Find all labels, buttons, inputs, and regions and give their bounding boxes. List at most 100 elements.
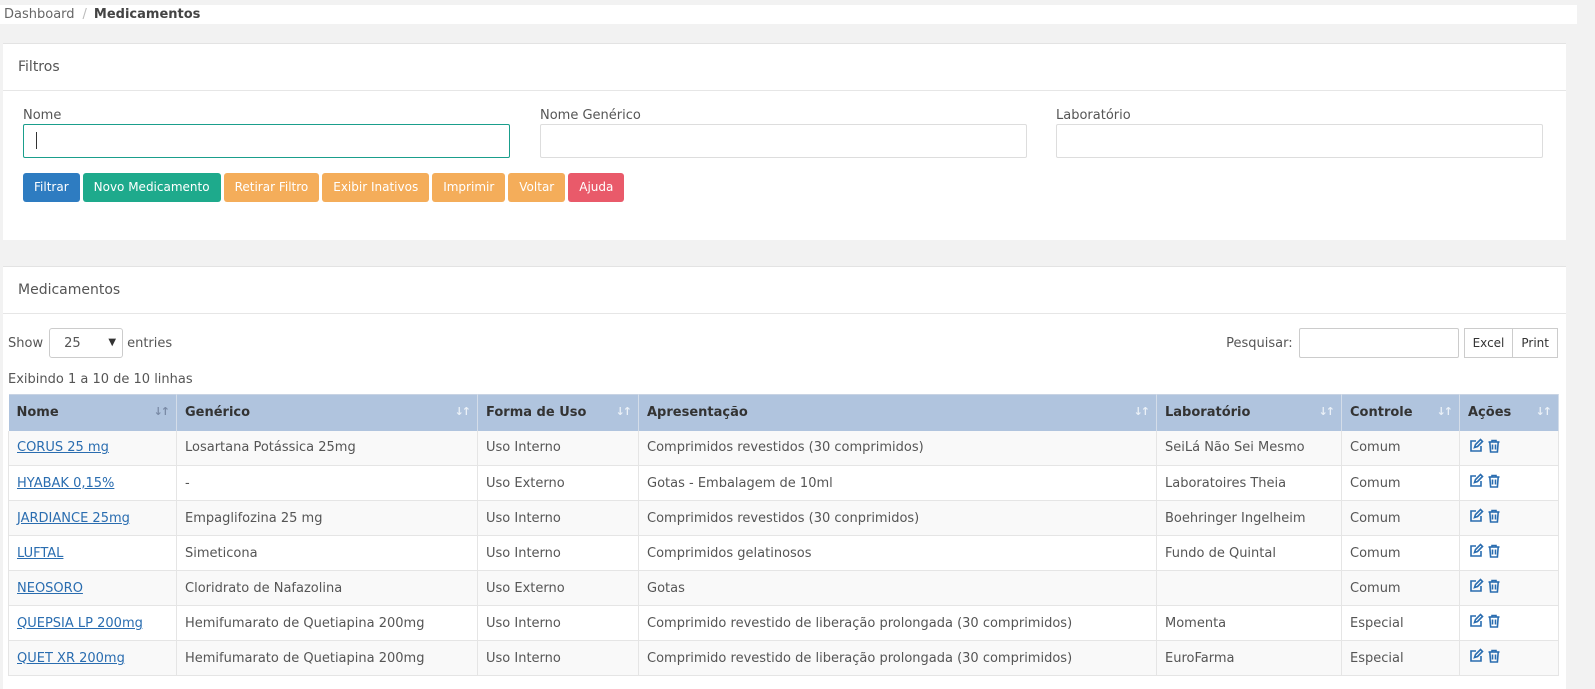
filter-button-row: Filtrar Novo Medicamento Retirar Filtro …: [23, 173, 625, 202]
edit-icon[interactable]: [1468, 648, 1484, 664]
edit-icon[interactable]: [1468, 508, 1484, 524]
cell-generico: Hemifumarato de Quetiapina 200mg: [176, 605, 478, 641]
cell-acoes: [1459, 500, 1559, 536]
cell-acoes: [1459, 605, 1559, 641]
column-header-label: Ações: [1468, 405, 1512, 421]
cell-apresentacao: Comprimidos gelatinosos: [638, 535, 1157, 571]
excel-export-button[interactable]: Excel: [1463, 328, 1514, 358]
column-header-nome[interactable]: Nome ↓↑: [8, 394, 177, 431]
column-header-forma-de-uso[interactable]: Forma de Uso ↓↑: [477, 394, 639, 431]
trash-icon[interactable]: [1486, 438, 1502, 454]
cell-controle: Especial: [1341, 605, 1460, 641]
column-header-acoes[interactable]: Ações ↓↑: [1459, 394, 1559, 431]
entries-value: 25: [64, 336, 81, 351]
sort-icon: ↓↑: [1535, 405, 1553, 418]
nome-generico-input[interactable]: [540, 124, 1027, 158]
cell-generico: Empaglifozina 25 mg: [176, 500, 478, 536]
search-input[interactable]: [1298, 328, 1459, 358]
table-row: JARDIANCE 25mg Empaglifozina 25 mg Uso Int…: [8, 500, 1559, 536]
nome-input[interactable]: [23, 124, 510, 158]
cell-forma-de-uso: Uso Interno: [477, 500, 639, 536]
sort-icon: ↓↑: [615, 405, 633, 418]
entries-label: entries: [127, 335, 173, 351]
nome-label: Nome: [23, 108, 62, 123]
cell-controle: Comum: [1341, 570, 1460, 606]
cell-acoes: [1459, 430, 1559, 466]
cell-laboratorio: Boehringer Ingelheim: [1156, 500, 1342, 536]
cell-apresentacao: Comprimidos revestidos (30 conprimidos): [638, 500, 1157, 536]
cell-generico: Cloridrato de Nafazolina: [176, 570, 478, 606]
novo-medicamento-button[interactable]: Novo Medicamento: [82, 173, 221, 202]
medicamento-link[interactable]: QUEPSIA LP 200mg: [17, 616, 143, 631]
cell-forma-de-uso: Uso Externo: [477, 465, 639, 501]
cell-apresentacao: Gotas: [638, 570, 1157, 606]
cell-nome: QUET XR 200mg: [8, 640, 177, 676]
voltar-button[interactable]: Voltar: [508, 173, 566, 202]
cell-nome: NEOSORO: [8, 570, 177, 606]
sort-icon: ↓↑: [153, 405, 171, 418]
cell-forma-de-uso: Uso Interno: [477, 605, 639, 641]
edit-icon[interactable]: [1468, 473, 1484, 489]
breadcrumb: Dashboard / Medicamentos: [0, 5, 1577, 24]
retirar-filtro-button[interactable]: Retirar Filtro: [223, 173, 320, 202]
trash-icon[interactable]: [1486, 648, 1502, 664]
medicamento-link[interactable]: HYABAK 0,15%: [17, 476, 114, 491]
trash-icon[interactable]: [1486, 508, 1502, 524]
cell-laboratorio: Momenta: [1156, 605, 1342, 641]
nome-generico-label: Nome Genérico: [540, 108, 641, 123]
imprimir-button[interactable]: Imprimir: [432, 173, 506, 202]
chevron-down-icon: ▼: [108, 337, 117, 348]
edit-icon[interactable]: [1468, 578, 1484, 594]
table-row: NEOSORO Cloridrato de Nafazolina Uso Exter…: [8, 570, 1559, 606]
column-header-laboratorio[interactable]: Laboratório ↓↑: [1156, 394, 1342, 431]
ajuda-button[interactable]: Ajuda: [568, 173, 625, 202]
cell-laboratorio: Fundo de Quintal: [1156, 535, 1342, 571]
sort-icon: ↓↑: [1436, 405, 1454, 418]
breadcrumb-separator: /: [82, 7, 87, 22]
edit-icon[interactable]: [1468, 438, 1484, 454]
medicamento-link[interactable]: NEOSORO: [17, 581, 83, 596]
medicamento-link[interactable]: QUET XR 200mg: [17, 651, 125, 666]
cell-generico: Hemifumarato de Quetiapina 200mg: [176, 640, 478, 676]
sort-icon: ↓↑: [1318, 405, 1336, 418]
print-button[interactable]: Print: [1513, 328, 1558, 358]
cell-controle: Comum: [1341, 500, 1460, 536]
column-header-generico[interactable]: Genérico ↓↑: [176, 394, 478, 431]
breadcrumb-home-link[interactable]: Dashboard: [4, 7, 75, 22]
cell-controle: Especial: [1341, 640, 1460, 676]
medicamento-link[interactable]: CORUS 25 mg: [17, 440, 109, 455]
cell-nome: HYABAK 0,15%: [8, 465, 177, 501]
cell-generico: Losartana Potássica 25mg: [176, 430, 478, 466]
column-header-controle[interactable]: Controle ↓↑: [1341, 394, 1460, 431]
edit-icon[interactable]: [1468, 613, 1484, 629]
trash-icon[interactable]: [1486, 473, 1502, 489]
exibir-inativos-button[interactable]: Exibir Inativos: [322, 173, 430, 202]
cell-controle: Comum: [1341, 465, 1460, 501]
cell-nome: QUEPSIA LP 200mg: [8, 605, 177, 641]
trash-icon[interactable]: [1486, 578, 1502, 594]
column-header-label: Apresentação: [647, 405, 748, 421]
cell-forma-de-uso: Uso Interno: [477, 640, 639, 676]
laboratorio-input[interactable]: [1056, 124, 1543, 158]
sort-icon: ↓↑: [1133, 405, 1151, 418]
table-row: LUFTAL Simeticona Uso Interno Comprimidos g…: [8, 535, 1559, 571]
edit-icon[interactable]: [1468, 543, 1484, 559]
cell-laboratorio: EuroFarma: [1156, 640, 1342, 676]
cell-controle: Comum: [1341, 535, 1460, 571]
filter-panel: Filtros Nome Nome Genérico Laboratório F…: [3, 43, 1566, 240]
column-header-label: Laboratório: [1165, 405, 1251, 421]
filtrar-button[interactable]: Filtrar: [23, 173, 80, 202]
cell-laboratorio: SeiLá Não Sei Mesmo: [1156, 430, 1342, 466]
column-header-label: Genérico: [185, 405, 251, 421]
column-header-apresentacao[interactable]: Apresentação ↓↑: [638, 394, 1157, 431]
text-caret: [36, 132, 37, 149]
medicamento-link[interactable]: LUFTAL: [17, 546, 63, 561]
show-label: Show: [8, 335, 44, 351]
entries-select[interactable]: 25 ▼: [49, 328, 124, 358]
cell-generico: -: [176, 465, 478, 501]
trash-icon[interactable]: [1486, 613, 1502, 629]
trash-icon[interactable]: [1486, 543, 1502, 559]
breadcrumb-current: Medicamentos: [93, 7, 201, 22]
cell-laboratorio: Laboratoires Theia: [1156, 465, 1342, 501]
medicamento-link[interactable]: JARDIANCE 25mg: [17, 511, 130, 526]
